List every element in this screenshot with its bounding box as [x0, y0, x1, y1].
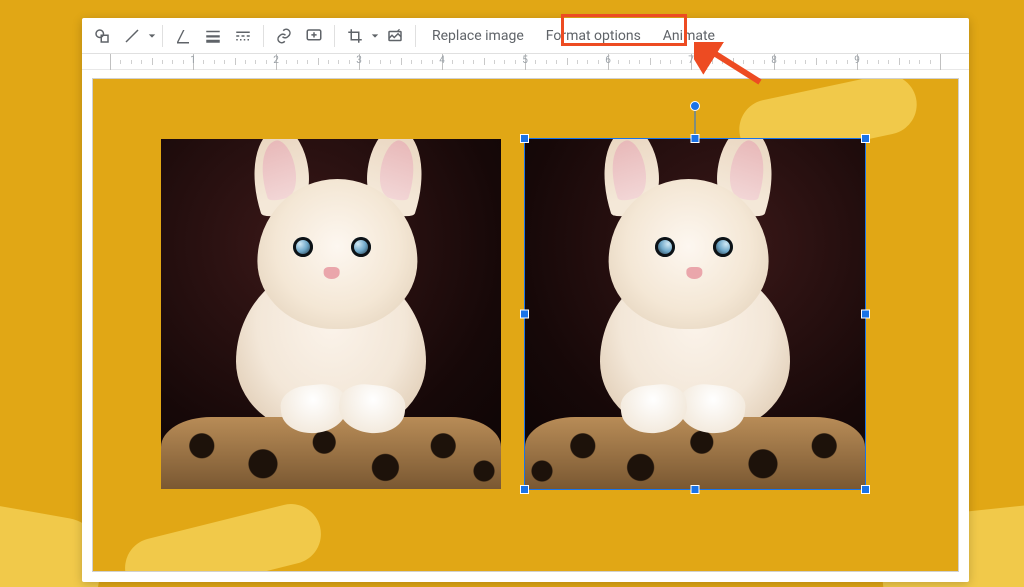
- animate-button[interactable]: Animate: [653, 22, 725, 50]
- resize-handle-tr[interactable]: [861, 134, 870, 143]
- resize-handle-t[interactable]: [691, 134, 700, 143]
- resize-handle-l[interactable]: [520, 310, 529, 319]
- horizontal-ruler: 1 2 3 4 5 6 7 8 9: [82, 54, 969, 70]
- border-color-button[interactable]: [169, 22, 197, 50]
- rotation-stem: [695, 109, 696, 135]
- toolbar-separator: [263, 25, 264, 47]
- slide-decor: [119, 498, 328, 572]
- border-weight-button[interactable]: [199, 22, 227, 50]
- resize-handle-b[interactable]: [691, 485, 700, 494]
- resize-handle-br[interactable]: [861, 485, 870, 494]
- mask-dropdown[interactable]: [371, 32, 379, 40]
- crop-button[interactable]: [341, 22, 369, 50]
- line-tool-dropdown[interactable]: [148, 32, 156, 40]
- resize-handle-tl[interactable]: [520, 134, 529, 143]
- ruler-label: 7: [688, 55, 694, 66]
- ruler-label: 5: [522, 55, 528, 66]
- resize-handle-r[interactable]: [861, 310, 870, 319]
- reset-image-button[interactable]: [381, 22, 409, 50]
- format-options-button[interactable]: Format options: [536, 22, 651, 50]
- canvas-area[interactable]: [82, 70, 969, 582]
- line-tool[interactable]: [118, 22, 146, 50]
- replace-image-button[interactable]: Replace image: [422, 22, 534, 50]
- shape-tool[interactable]: [88, 22, 116, 50]
- toolbar-separator: [334, 25, 335, 47]
- kitten-image-left[interactable]: [161, 139, 501, 489]
- slides-app-frame: Replace image Format options Animate 1 2 3…: [82, 18, 969, 582]
- ruler-label: 4: [439, 55, 445, 66]
- border-dash-button[interactable]: [229, 22, 257, 50]
- slide[interactable]: [92, 78, 959, 572]
- ruler-label: 3: [356, 55, 362, 66]
- ruler-label: 2: [273, 55, 279, 66]
- toolbar-separator: [415, 25, 416, 47]
- kitten-image-right[interactable]: [525, 139, 865, 489]
- ruler-label: 1: [190, 55, 196, 66]
- link-button[interactable]: [270, 22, 298, 50]
- add-comment-button[interactable]: [300, 22, 328, 50]
- toolbar: Replace image Format options Animate: [82, 18, 969, 54]
- rotation-handle[interactable]: [690, 101, 700, 111]
- ruler-label: 6: [605, 55, 611, 66]
- toolbar-separator: [162, 25, 163, 47]
- ruler-label: 8: [771, 55, 777, 66]
- ruler-label: 9: [854, 55, 860, 66]
- resize-handle-bl[interactable]: [520, 485, 529, 494]
